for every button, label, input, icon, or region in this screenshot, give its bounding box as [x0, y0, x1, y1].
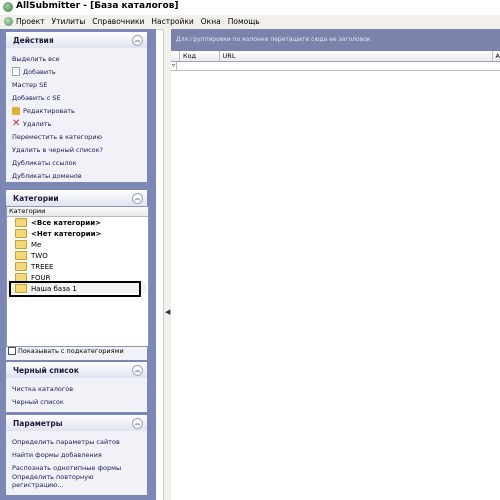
filter-row[interactable]: ▿	[171, 62, 500, 71]
action-delete[interactable]: ✕ Удалить	[6, 117, 147, 130]
blacklist-panel-header[interactable]: Черный список ︽	[6, 362, 147, 378]
action-move-to-category[interactable]: Переместить в категорию	[6, 130, 147, 143]
category-item-treee[interactable]: TREEE	[15, 261, 53, 272]
menu-settings[interactable]: Настройки	[151, 17, 193, 26]
action-find-add-forms[interactable]: Найти формы добавления	[6, 448, 147, 461]
menu-utilities[interactable]: Утилиты	[52, 17, 86, 26]
menu-bar: Проект Утилиты Справочники Настройки Окн…	[0, 15, 500, 30]
window-title: AllSubmitter - [База каталогов]	[16, 1, 179, 11]
category-column-header[interactable]: Категории	[7, 207, 148, 217]
folder-icon	[15, 218, 27, 227]
app-menu-icon[interactable]	[4, 17, 13, 26]
collapse-icon[interactable]: ︽	[132, 418, 143, 429]
action-duplicate-links[interactable]: Дубликаты ссылок	[6, 156, 147, 169]
categories-panel-header[interactable]: Категории ︽	[6, 190, 147, 206]
column-header-code[interactable]: Код	[180, 51, 220, 61]
action-detect-reregistration[interactable]: Определить повторную регистрацию...	[6, 473, 147, 489]
actions-panel-title: Действия	[13, 36, 54, 45]
action-select-all[interactable]: Выделить все	[6, 52, 147, 65]
chevron-left-icon[interactable]: ◀	[165, 308, 170, 316]
category-item-two[interactable]: TWO	[15, 250, 48, 261]
data-grid: Для группировки по колонке перетащите сю…	[171, 29, 500, 500]
collapse-icon[interactable]: ︽	[132, 365, 143, 376]
folder-icon	[15, 240, 27, 249]
category-tree: Категории <Все категории> <Нет категории…	[6, 206, 149, 347]
action-add[interactable]: Добавить	[6, 65, 147, 78]
checkbox-icon[interactable]	[8, 347, 16, 355]
action-delete-to-blacklist[interactable]: Удалить в черный список?	[6, 143, 147, 156]
delete-x-icon: ✕	[12, 117, 21, 129]
action-edit[interactable]: Редактировать	[6, 104, 147, 117]
title-bar: AllSubmitter - [База каталогов]	[0, 0, 500, 15]
row-indicator-header	[171, 51, 180, 61]
app-icon	[3, 2, 13, 12]
category-item-me[interactable]: Me	[15, 239, 41, 250]
blacklist-panel-title: Черный список	[13, 366, 79, 375]
menu-windows[interactable]: Окна	[201, 17, 221, 26]
edit-icon	[12, 106, 20, 115]
show-subcategories-checkbox[interactable]: Показывать с подкатегориями	[8, 347, 124, 355]
folder-icon	[15, 262, 27, 271]
action-blacklist[interactable]: Черный список	[6, 395, 147, 408]
action-detect-site-params[interactable]: Определить параметры сайтов	[6, 435, 147, 448]
action-add-from-se[interactable]: Добавить с SE	[6, 91, 147, 104]
blacklist-panel: Черный список ︽ Чистка каталогов Черный …	[6, 362, 147, 412]
category-item-none[interactable]: <Нет категории>	[15, 228, 101, 239]
folder-icon	[15, 251, 27, 260]
category-item-all[interactable]: <Все категории>	[15, 217, 101, 228]
action-clean-catalogs[interactable]: Чистка каталогов	[6, 382, 147, 395]
action-se-wizard[interactable]: Мастер SE	[6, 78, 147, 91]
show-subcategories-label: Показывать с подкатегориями	[18, 347, 124, 355]
collapse-icon[interactable]: ︽	[132, 35, 143, 46]
document-icon	[12, 67, 20, 76]
params-panel-header[interactable]: Параметры ︽	[6, 415, 147, 431]
column-header-a[interactable]: A	[493, 51, 500, 61]
menu-project[interactable]: Проект	[16, 17, 45, 26]
categories-panel-title: Категории	[13, 194, 59, 203]
params-panel: Параметры ︽ Определить параметры сайтов …	[6, 415, 147, 495]
folder-icon	[15, 229, 27, 238]
grid-header-row: Код URL A	[171, 51, 500, 62]
group-by-panel[interactable]: Для группировки по колонке перетащите сю…	[171, 29, 500, 51]
menu-help[interactable]: Помощь	[228, 17, 260, 26]
collapse-icon[interactable]: ︽	[132, 193, 143, 204]
actions-panel-header[interactable]: Действия ︽	[6, 32, 147, 48]
actions-panel: Действия ︽ Выделить все Добавить Мастер …	[6, 32, 147, 182]
filter-icon[interactable]: ▿	[171, 62, 177, 70]
action-duplicate-domains[interactable]: Дубликаты доменов	[6, 169, 147, 182]
column-header-url[interactable]: URL	[220, 51, 493, 61]
params-panel-title: Параметры	[13, 419, 63, 428]
menu-references[interactable]: Справочники	[92, 17, 144, 26]
highlight-box	[9, 281, 141, 297]
